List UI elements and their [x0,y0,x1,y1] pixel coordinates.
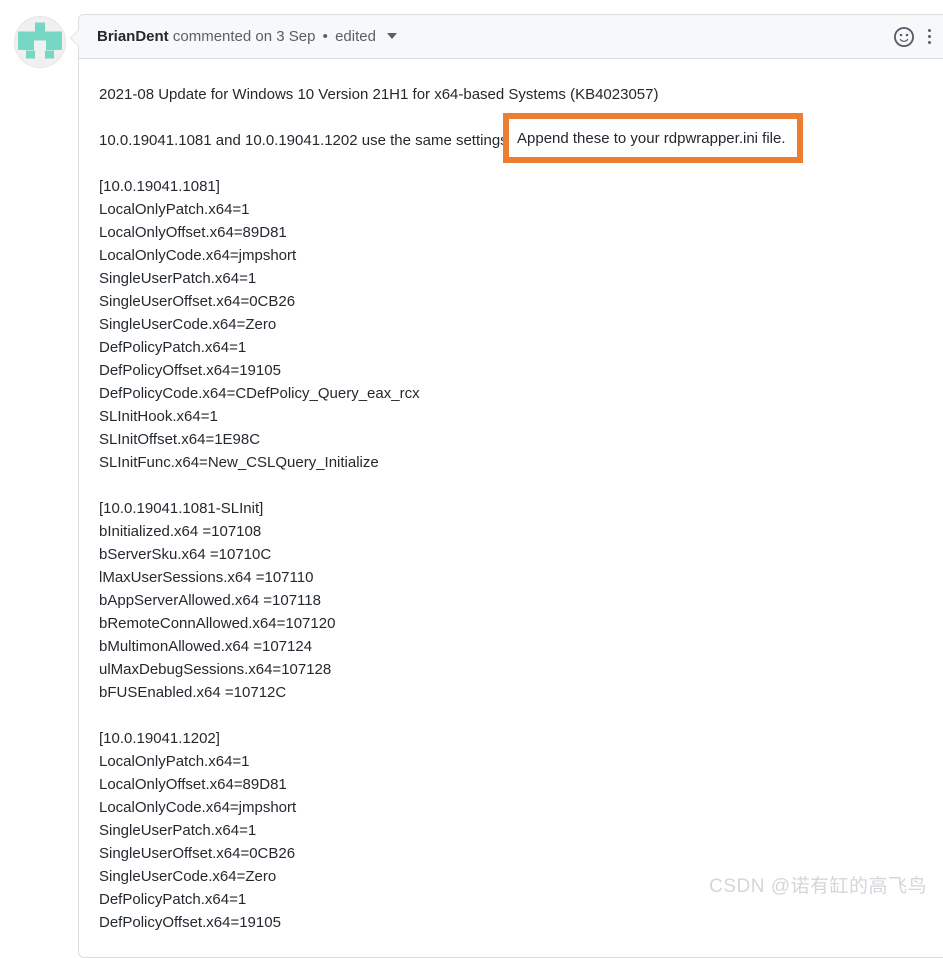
config-line: ulMaxDebugSessions.x64=107128 [99,661,332,678]
config-line: SLInitOffset.x64=1E98C [99,431,261,448]
config-section-header: [10.0.19041.1081] [99,178,220,195]
config-section-header: [10.0.19041.1081-SLInit] [99,500,264,517]
byline-separator: • [322,28,328,45]
config-line: DefPolicyOffset.x64=19105 [99,914,281,931]
config-line: LocalOnlyCode.x64=jmpshort [99,247,297,264]
config-line: bInitialized.x64 =107108 [99,523,262,540]
comment-action: commented on [172,28,273,45]
config-block-2: [10.0.19041.1202] LocalOnlyPatch.x64=1 L… [99,727,943,934]
config-line: bFUSEnabled.x64 =10712C [99,684,287,701]
comment-header-actions [894,26,933,47]
comment-byline: BrianDent commented on 3 Sep • edited [97,28,398,45]
config-line: bAppServerAllowed.x64 =107118 [99,592,321,609]
config-line: LocalOnlyOffset.x64=89D81 [99,776,287,793]
config-line: bRemoteConnAllowed.x64=107120 [99,615,336,632]
config-line: bMultimonAllowed.x64 =107124 [99,638,313,655]
comment-header: BrianDent commented on 3 Sep • edited [79,15,943,59]
highlight-annotation: Append these to your rdpwrapper.ini file… [503,113,803,163]
avatar[interactable] [14,16,66,68]
config-line: bServerSku.x64 =10710C [99,546,272,563]
config-line: DefPolicyOffset.x64=19105 [99,362,281,379]
csdn-watermark: CSDN @诺有缸的高飞鸟 [709,876,927,897]
identicon-pattern [15,17,65,67]
bubble-arrow-fill [71,29,80,47]
comment-row: BrianDent commented on 3 Sep • edited 20… [14,14,943,958]
chevron-down-icon[interactable] [387,33,398,39]
comment-body: 2021-08 Update for Windows 10 Version 21… [79,59,943,934]
config-line: SLInitHook.x64=1 [99,408,218,425]
identicon-avatar[interactable] [14,16,66,68]
edited-label[interactable]: edited [335,28,376,45]
config-line: SingleUserOffset.x64=0CB26 [99,845,296,862]
config-line: SingleUserPatch.x64=1 [99,270,257,287]
config-line: LocalOnlyPatch.x64=1 [99,753,250,770]
config-line: LocalOnlyPatch.x64=1 [99,201,250,218]
config-line: lMaxUserSessions.x64 =107110 [99,569,314,586]
config-line: SLInitFunc.x64=New_CSLQuery_Initialize [99,454,379,471]
comment-date[interactable]: 3 Sep [276,28,315,45]
intro-paragraph: 2021-08 Update for Windows 10 Version 21… [99,86,659,103]
config-line: DefPolicyCode.x64=CDefPolicy_Query_eax_r… [99,385,420,402]
kebab-menu-icon[interactable] [928,29,931,44]
config-block-0: [10.0.19041.1081] LocalOnlyPatch.x64=1 L… [99,175,943,474]
config-line: SingleUserPatch.x64=1 [99,822,257,839]
config-block-1: [10.0.19041.1081-SLInit] bInitialized.x6… [99,497,943,704]
config-line: SingleUserCode.x64=Zero [99,316,277,333]
config-line: SingleUserOffset.x64=0CB26 [99,293,296,310]
config-line: LocalOnlyOffset.x64=89D81 [99,224,287,241]
smiley-icon[interactable] [894,26,914,47]
comment-author[interactable]: BrianDent [97,28,169,45]
config-line: DefPolicyPatch.x64=1 [99,339,247,356]
config-line: LocalOnlyCode.x64=jmpshort [99,799,297,816]
config-section-header: [10.0.19041.1202] [99,730,220,747]
